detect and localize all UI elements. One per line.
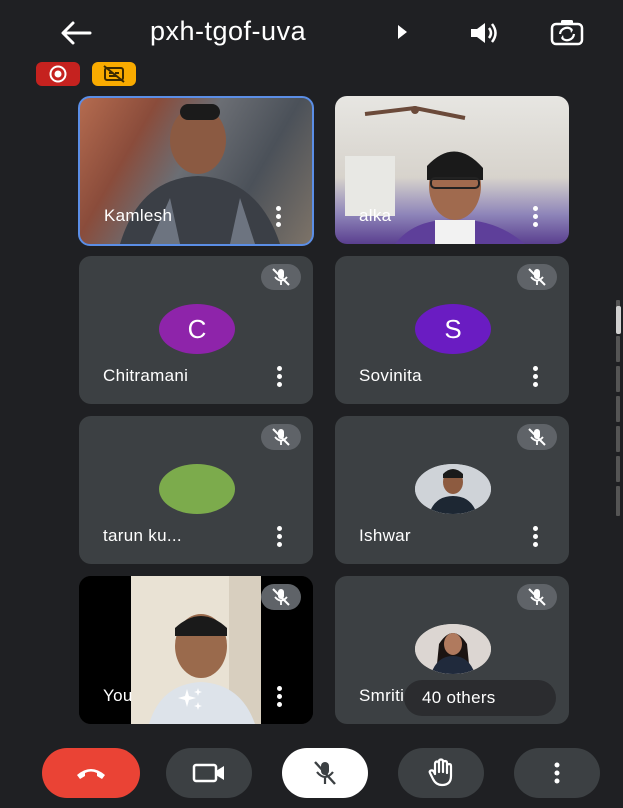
participant-name: Ishwar bbox=[359, 526, 411, 545]
volume-icon[interactable] bbox=[468, 20, 500, 46]
participant-tile-chitramani[interactable]: C Chitramani bbox=[79, 256, 313, 404]
meeting-code[interactable]: pxh-tgof-uva bbox=[150, 16, 306, 47]
captions-off-indicator[interactable] bbox=[92, 62, 136, 86]
mic-off-icon bbox=[272, 428, 290, 446]
recording-indicator[interactable] bbox=[36, 62, 80, 86]
more-vert-icon[interactable] bbox=[533, 526, 539, 548]
raise-hand-button[interactable] bbox=[398, 748, 484, 798]
record-icon bbox=[49, 65, 67, 83]
others-count: 40 others bbox=[422, 688, 496, 707]
microphone-button[interactable] bbox=[282, 748, 368, 798]
more-vert-icon[interactable] bbox=[276, 206, 282, 228]
switch-camera-icon[interactable] bbox=[550, 18, 584, 48]
participant-tile-sovinita[interactable]: S Sovinita bbox=[335, 256, 569, 404]
scrollbar[interactable] bbox=[616, 300, 621, 520]
more-vert-icon[interactable] bbox=[533, 366, 539, 388]
mic-off-icon bbox=[528, 588, 546, 606]
more-vert-icon[interactable] bbox=[277, 686, 283, 708]
mic-off-icon bbox=[272, 588, 290, 606]
muted-indicator bbox=[517, 584, 557, 610]
avatar bbox=[159, 464, 235, 514]
participant-tile-ishwar[interactable]: Ishwar bbox=[335, 416, 569, 564]
participant-name: Smriti bbox=[359, 686, 405, 705]
participant-name: alka bbox=[359, 206, 392, 225]
muted-indicator bbox=[261, 584, 301, 610]
more-vert-icon[interactable] bbox=[277, 366, 283, 388]
more-vert-icon[interactable] bbox=[277, 526, 283, 548]
camera-button[interactable] bbox=[166, 748, 252, 798]
more-options-button[interactable] bbox=[514, 748, 600, 798]
participant-name: Kamlesh bbox=[104, 206, 173, 225]
mic-off-icon bbox=[272, 268, 290, 286]
mic-off-icon bbox=[528, 428, 546, 446]
mic-off-icon bbox=[528, 268, 546, 286]
avatar bbox=[415, 464, 491, 514]
participant-name: Chitramani bbox=[103, 366, 189, 385]
arrow-left-icon[interactable] bbox=[58, 18, 92, 48]
participant-name: Sovinita bbox=[359, 366, 422, 385]
participant-name: tarun ku... bbox=[103, 526, 182, 545]
phone-hangup-icon bbox=[77, 769, 105, 779]
participant-tile-you[interactable]: You bbox=[79, 576, 313, 724]
avatar bbox=[415, 624, 491, 674]
end-call-button[interactable] bbox=[42, 748, 140, 798]
more-vert-icon[interactable] bbox=[533, 206, 539, 228]
others-count-chip[interactable]: 40 others bbox=[404, 680, 556, 716]
muted-indicator bbox=[261, 424, 301, 450]
top-bar: pxh-tgof-uva bbox=[0, 0, 623, 64]
more-vert-icon bbox=[554, 762, 560, 784]
mic-off-icon bbox=[314, 761, 336, 785]
muted-indicator bbox=[517, 264, 557, 290]
call-controls bbox=[0, 740, 623, 808]
video-camera-icon bbox=[192, 763, 224, 783]
participant-tile-tarun[interactable]: tarun ku... bbox=[79, 416, 313, 564]
participant-tile-alka[interactable]: alka bbox=[335, 96, 569, 244]
avatar: S bbox=[415, 304, 491, 354]
muted-indicator bbox=[261, 264, 301, 290]
sparkle-effects-icon[interactable] bbox=[175, 686, 205, 712]
participant-tile-kamlesh[interactable]: Kamlesh bbox=[78, 96, 314, 246]
caret-right-icon[interactable] bbox=[398, 25, 407, 39]
muted-indicator bbox=[517, 424, 557, 450]
participant-name: You bbox=[103, 686, 133, 705]
captions-off-icon bbox=[103, 65, 125, 83]
avatar: C bbox=[159, 304, 235, 354]
hand-icon bbox=[428, 758, 453, 787]
